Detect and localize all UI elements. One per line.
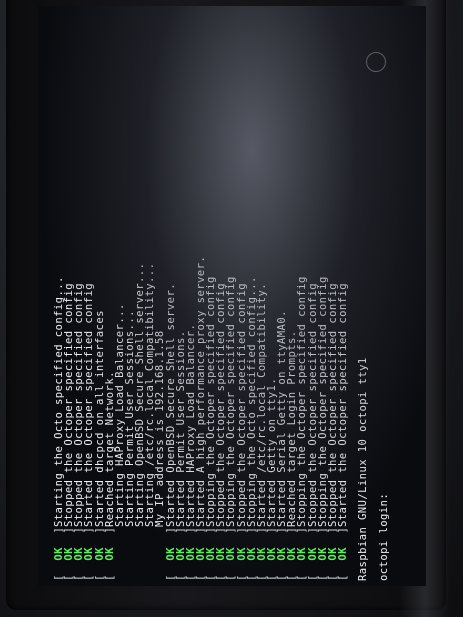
status-tag [125, 527, 135, 581]
log-message: Started the Octoper specified config [336, 282, 349, 527]
os-banner: Raspbian GNU/Linux 10 octopi tty1 [357, 357, 370, 581]
status-tag [145, 527, 155, 581]
reflection-spot [366, 52, 386, 72]
console-output: [ OK ]Starting the Octo specified config… [53, 21, 426, 581]
status-tag: [ OK ] [336, 526, 349, 581]
photo-background: [ OK ]Starting the Octo specified config… [0, 0, 463, 617]
ok-status: OK [336, 547, 349, 561]
status-tag [115, 527, 125, 581]
status-tag [135, 527, 145, 581]
boot-log-line: [ OK ]Started the Octoper specified conf… [336, 21, 349, 581]
lcd-screen: [ OK ]Starting the Octo specified config… [38, 6, 426, 586]
status-tag: [ OK ] [103, 526, 116, 581]
login-prompt[interactable]: octopi login: [378, 21, 390, 581]
